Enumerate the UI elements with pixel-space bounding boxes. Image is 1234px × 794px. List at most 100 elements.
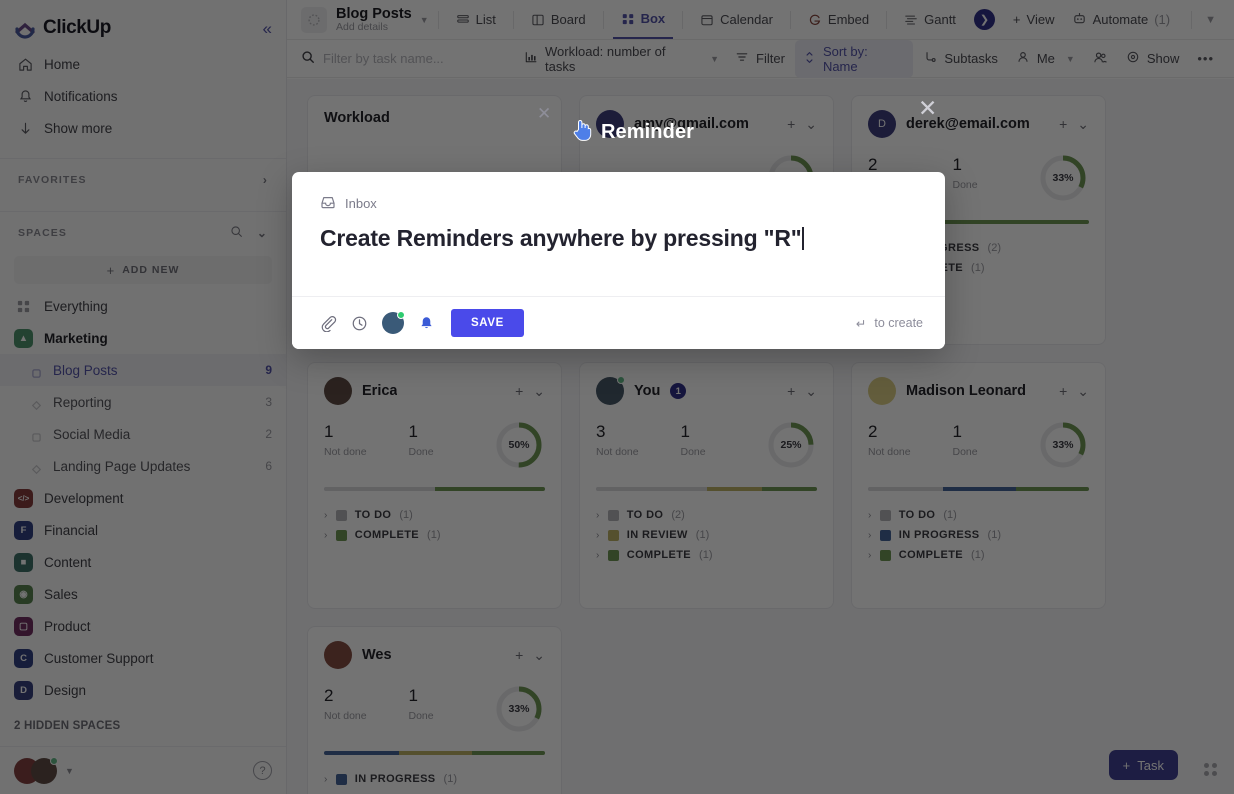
search-icon[interactable]: [230, 225, 243, 241]
reminder-modal[interactable]: Inbox Create Reminders anywhere by press…: [292, 172, 945, 349]
sidebar-space-financial[interactable]: F Financial: [0, 514, 286, 546]
reminder-title-input[interactable]: Create Reminders anywhere by pressing "R…: [292, 213, 945, 252]
sidebar-item-show-more[interactable]: Show more: [14, 112, 272, 144]
status-row[interactable]: › IN REVIEW (1): [596, 529, 817, 541]
add-task-fab[interactable]: + Task: [1109, 750, 1178, 780]
me-filter-button[interactable]: Me ▼: [1008, 46, 1083, 71]
hidden-spaces-label[interactable]: 2 HIDDEN SPACES: [0, 706, 286, 736]
online-status-dot: [397, 311, 405, 319]
box-card-wes[interactable]: Wes + ⌄ 2 Not done 1 Done: [307, 626, 562, 794]
modal-source[interactable]: Inbox: [292, 172, 945, 213]
progress-bar: [324, 487, 545, 491]
assignee-avatar[interactable]: [382, 312, 404, 334]
add-task-icon[interactable]: +: [787, 383, 795, 399]
sidebar-list-blog-posts[interactable]: Blog Posts 9: [0, 354, 286, 386]
resize-grip-icon[interactable]: [1204, 763, 1217, 776]
status-row[interactable]: › COMPLETE (1): [868, 549, 1089, 561]
chevron-down-icon[interactable]: ▼: [65, 766, 74, 776]
tab-list[interactable]: List: [448, 0, 504, 39]
sidebar-space-marketing[interactable]: ▲ Marketing: [0, 322, 286, 354]
sidebar-item-label: Notifications: [44, 89, 118, 104]
sort-button[interactable]: Sort by: Name: [795, 40, 913, 78]
add-task-icon[interactable]: +: [515, 383, 523, 399]
save-button[interactable]: SAVE: [451, 309, 524, 337]
tab-board[interactable]: Board: [523, 0, 594, 39]
collapse-icon[interactable]: ⌄: [805, 383, 817, 400]
chevron-down-icon[interactable]: ▼: [1205, 14, 1222, 26]
progress-percent: 25%: [765, 419, 817, 471]
collapse-icon[interactable]: ⌄: [1077, 116, 1089, 133]
box-card-erica[interactable]: Erica + ⌄ 1 Not done 1 Done: [307, 362, 562, 609]
status-row[interactable]: › COMPLETE (1): [324, 529, 545, 541]
sidebar-item-notifications[interactable]: Notifications: [14, 80, 272, 112]
chevron-right-icon[interactable]: ›: [263, 173, 268, 187]
sidebar-space-sales[interactable]: ◉ Sales: [0, 578, 286, 610]
sidebar-space-product[interactable]: ▢ Product: [0, 610, 286, 642]
sidebar-item-home[interactable]: Home: [14, 48, 272, 80]
status-row[interactable]: › IN PROGRESS (1): [868, 529, 1089, 541]
box-icon: [621, 12, 635, 26]
add-task-icon[interactable]: +: [1059, 116, 1067, 132]
progress-bar: [324, 751, 545, 755]
sidebar-list-landing-page-updates[interactable]: Landing Page Updates 6: [0, 450, 286, 482]
assignees-button[interactable]: [1085, 46, 1116, 72]
collapse-icon[interactable]: ⌄: [1077, 383, 1089, 400]
collapse-icon[interactable]: ⌄: [533, 647, 545, 664]
sidebar-space-customer-support[interactable]: C Customer Support: [0, 642, 286, 674]
status-row[interactable]: › TO DO (2): [596, 509, 817, 521]
bell-icon[interactable]: [418, 315, 435, 332]
user-avatar[interactable]: [31, 758, 57, 784]
status-row[interactable]: › COMPLETE (1): [596, 549, 817, 561]
filter-button[interactable]: Filter: [727, 46, 793, 71]
progress-percent: 33%: [493, 683, 545, 735]
collapse-icon[interactable]: ⌄: [805, 116, 817, 133]
workload-selector[interactable]: Workload: number of tasks ▼: [516, 40, 727, 78]
divider: [438, 11, 439, 29]
close-icon[interactable]: ✕: [537, 105, 551, 122]
page-subtitle[interactable]: Add details: [336, 22, 412, 34]
tab-label: Embed: [828, 12, 869, 27]
card-header: Wes + ⌄: [324, 641, 545, 669]
question-circle-icon[interactable]: ?: [253, 761, 272, 780]
more-options-button[interactable]: •••: [1189, 47, 1222, 70]
subtasks-button[interactable]: Subtasks: [915, 46, 1005, 71]
status-row[interactable]: › TO DO (1): [868, 509, 1089, 521]
clock-icon[interactable]: [351, 315, 368, 332]
tab-calendar[interactable]: Calendar: [692, 0, 781, 39]
progress-bar: [868, 487, 1089, 491]
tab-box[interactable]: Box: [613, 0, 674, 39]
paperclip-icon[interactable]: [320, 315, 337, 332]
status-row[interactable]: › IN PROGRESS (1): [324, 773, 545, 785]
search-input[interactable]: Filter by task name...: [301, 50, 516, 67]
modal-footer: SAVE ↵ to create: [292, 296, 945, 349]
show-button[interactable]: Show: [1118, 46, 1188, 71]
sidebar-space-design[interactable]: D Design: [0, 674, 286, 706]
sidebar-list-reporting[interactable]: Reporting 3: [0, 386, 286, 418]
add-new-button[interactable]: + ADD NEW: [14, 256, 272, 284]
sidebar-space-development[interactable]: </> Development: [0, 482, 286, 514]
sidebar-collapse-icon[interactable]: «: [263, 20, 272, 37]
status-row[interactable]: › TO DO (1): [324, 509, 545, 521]
box-card-you[interactable]: You 1 + ⌄ 3 Not done 1: [579, 362, 834, 609]
modal-close-icon[interactable]: ✕: [918, 97, 937, 120]
sidebar-item-everything[interactable]: Everything: [0, 290, 286, 322]
tab-gantt[interactable]: Gantt: [896, 0, 964, 39]
favorites-section-header[interactable]: FAVORITES ›: [0, 159, 286, 201]
tab-embed[interactable]: Embed: [800, 0, 877, 39]
box-card-madison[interactable]: Madison Leonard + ⌄ 2 Not done 1: [851, 362, 1106, 609]
sidebar-list-social-media[interactable]: Social Media 2: [0, 418, 286, 450]
page-title[interactable]: Blog Posts Add details: [336, 6, 412, 34]
add-task-icon[interactable]: +: [515, 647, 523, 663]
automate-button[interactable]: Automate (1): [1064, 6, 1179, 34]
stat-done-value: 1: [681, 423, 766, 440]
chevron-right-circle-icon[interactable]: ❯: [974, 9, 995, 30]
add-task-icon[interactable]: +: [787, 116, 795, 132]
add-view-button[interactable]: + View: [1005, 7, 1063, 32]
progress-percent: 33%: [1037, 419, 1089, 471]
add-task-icon[interactable]: +: [1059, 383, 1067, 399]
chevron-down-icon[interactable]: ⌄: [257, 226, 268, 240]
workload-label: Workload: number of tasks: [545, 44, 699, 74]
collapse-icon[interactable]: ⌄: [533, 383, 545, 400]
chevron-down-icon[interactable]: ▼: [420, 15, 429, 25]
sidebar-space-content[interactable]: ■ Content: [0, 546, 286, 578]
